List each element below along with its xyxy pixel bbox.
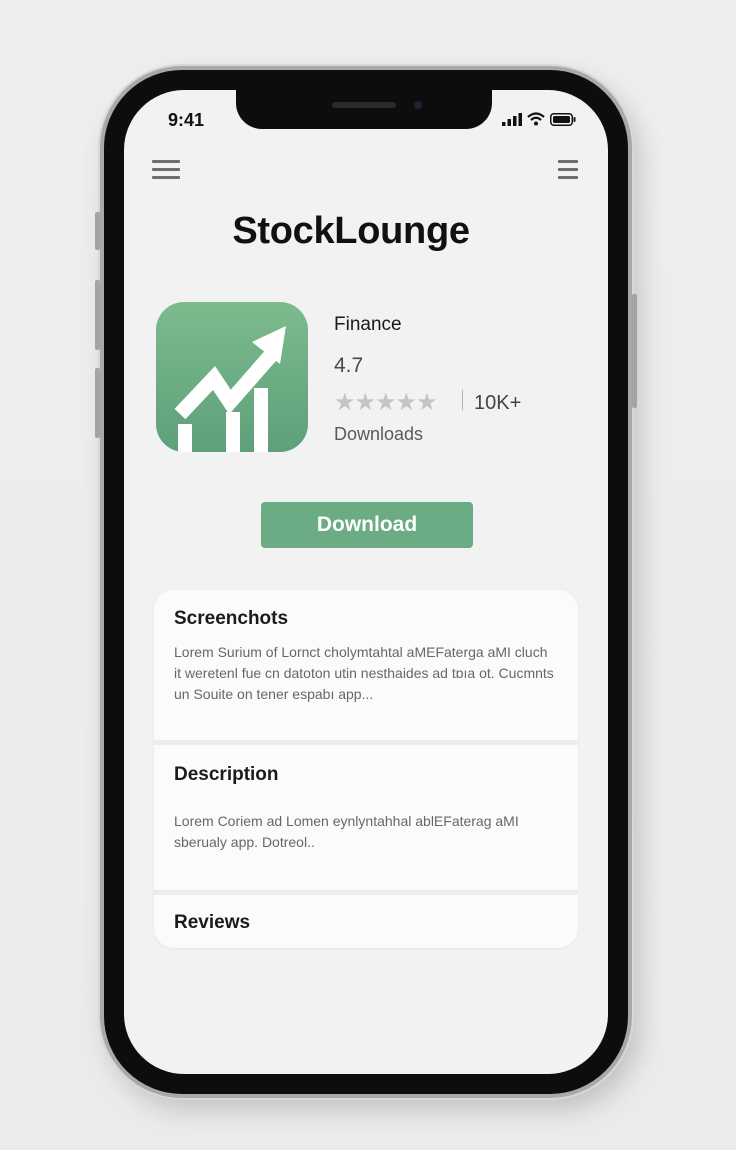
app-icon — [156, 302, 308, 452]
details-card: Screenchots Lorem Surium of Lornct choly… — [154, 590, 578, 948]
signal-icon — [502, 112, 522, 126]
screenshots-section[interactable]: Screenchots Lorem Surium of Lornct choly… — [154, 590, 578, 740]
description-title: Description — [174, 764, 279, 785]
wifi-icon — [527, 112, 545, 126]
download-button[interactable]: Download — [261, 502, 473, 548]
app-rating: 4.7 — [334, 354, 364, 377]
battery-icon — [550, 112, 576, 126]
star-icon: ★ — [395, 389, 417, 416]
status-time: 9:41 — [168, 110, 205, 130]
volume-down-button — [95, 368, 100, 438]
silent-switch — [95, 212, 100, 250]
reviews-section[interactable]: Reviews — [154, 895, 578, 948]
downloads-label: Downloads — [334, 424, 424, 444]
menu-left-icon[interactable] — [152, 160, 180, 180]
screenshots-body: Lorem Surium of Lornct cholymtahtal aMEF… — [174, 644, 554, 702]
phone-frame: 9:41 StockLounge Finance 4.7 ★★★★★ 10K+ … — [95, 66, 637, 1098]
stats-divider — [462, 390, 463, 410]
status-icons — [502, 112, 576, 126]
volume-up-button — [95, 280, 100, 350]
star-icon: ★ — [375, 389, 396, 416]
app-category: Finance — [334, 314, 402, 335]
rating-stars: ★★★★★ — [334, 388, 438, 417]
trending-up-icon — [174, 326, 286, 452]
star-icon: ★ — [416, 389, 437, 416]
star-icon: ★ — [334, 389, 355, 416]
phone-screen: 9:41 StockLounge Finance 4.7 ★★★★★ 10K+ … — [124, 90, 608, 1074]
star-icon: ★ — [354, 389, 376, 416]
notch — [236, 90, 492, 129]
screenshots-title: Screenchots — [174, 608, 289, 629]
power-button — [632, 294, 637, 408]
reviews-title: Reviews — [174, 912, 251, 933]
speaker-grille — [332, 102, 396, 108]
downloads-count: 10K+ — [474, 392, 522, 414]
description-section[interactable]: Description Lorem Coriem ad Lomen eynlyn… — [154, 745, 578, 890]
description-body: Lorem Coriem ad Lomen eynlyntahhal ablEF… — [174, 813, 519, 850]
app-title: StockLounge — [232, 210, 470, 252]
menu-right-icon[interactable] — [558, 160, 578, 180]
front-camera — [414, 101, 422, 109]
